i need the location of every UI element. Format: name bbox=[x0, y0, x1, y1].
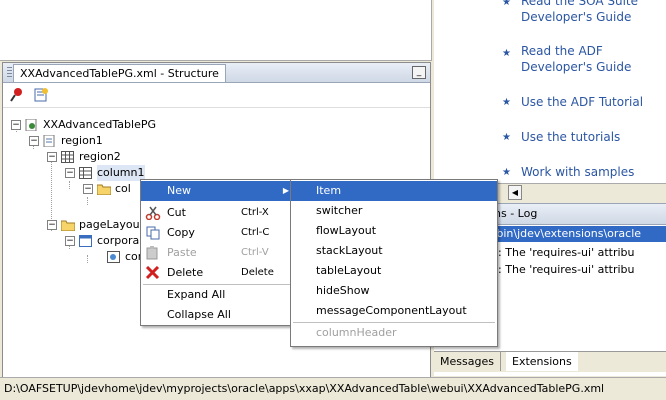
properties-icon[interactable] bbox=[33, 87, 49, 103]
menu-label: Paste bbox=[167, 246, 197, 259]
star-icon: ★ bbox=[502, 0, 511, 8]
submenu-item-stacklayout[interactable]: stackLayout bbox=[291, 241, 497, 261]
structure-tab[interactable]: XXAdvancedTablePG.xml - Structure bbox=[13, 64, 226, 82]
menu-label: Cut bbox=[167, 206, 186, 219]
menu-item-collapse-all[interactable]: Collapse All bbox=[141, 305, 297, 325]
menu-label: New bbox=[167, 184, 191, 197]
submenu-item-item[interactable]: Item bbox=[291, 181, 497, 201]
page-icon bbox=[25, 119, 37, 131]
menu-label: Expand All bbox=[167, 288, 226, 301]
status-bar: D:\OAFSETUP\jdevhome\jdev\myprojects\ora… bbox=[0, 377, 666, 400]
editor-area bbox=[0, 0, 432, 61]
minimize-button[interactable]: _ bbox=[412, 66, 426, 79]
collapse-toggle[interactable]: − bbox=[65, 236, 75, 246]
tab-messages[interactable]: Messages bbox=[434, 352, 501, 371]
menu-label: Collapse All bbox=[167, 308, 231, 321]
star-icon: ★ bbox=[502, 97, 511, 108]
collapse-toggle[interactable]: − bbox=[47, 220, 57, 230]
collapse-toggle[interactable]: − bbox=[47, 152, 57, 162]
menu-shortcut: Delete bbox=[241, 267, 274, 278]
collapse-toggle[interactable]: − bbox=[29, 136, 39, 146]
star-icon: ★ bbox=[502, 167, 511, 178]
menu-item-delete[interactable]: Delete Delete bbox=[141, 263, 297, 283]
submenu-item-hideshow[interactable]: hideShow bbox=[291, 281, 497, 301]
delete-icon bbox=[145, 266, 160, 280]
menu-item-cut[interactable]: Cut Ctrl-X bbox=[141, 203, 297, 223]
star-icon: ★ bbox=[502, 132, 511, 143]
log-tab-bar: Messages Extensions bbox=[434, 351, 666, 372]
submenu-item-switcher[interactable]: switcher bbox=[291, 201, 497, 221]
submenu-item-flowlayout[interactable]: flowLayout bbox=[291, 221, 497, 241]
context-menu: New ▶ Cut Ctrl-X Copy Ctrl-C Paste Ctrl-… bbox=[140, 179, 298, 326]
structure-title-bar: XXAdvancedTablePG.xml - Structure _ bbox=[3, 63, 430, 83]
tree-node-label: region1 bbox=[61, 134, 103, 147]
help-link-adf-guide[interactable]: Read the ADF Developer's Guide bbox=[521, 43, 631, 75]
menu-item-expand-all[interactable]: Expand All bbox=[141, 285, 297, 305]
folder-open-icon bbox=[61, 220, 75, 231]
grip-icon[interactable] bbox=[7, 67, 12, 78]
star-icon: ★ bbox=[502, 48, 511, 59]
scissors-icon bbox=[145, 206, 161, 220]
tab-extensions[interactable]: Extensions bbox=[506, 352, 578, 371]
collapse-toggle[interactable]: − bbox=[11, 120, 21, 130]
menu-shortcut: Ctrl-C bbox=[241, 227, 270, 238]
submenu-arrow-icon: ▶ bbox=[282, 186, 289, 195]
tree-node-label: column1 bbox=[97, 165, 145, 181]
pin-icon[interactable] bbox=[9, 87, 25, 103]
collapse-toggle[interactable]: − bbox=[83, 184, 93, 194]
copy-icon bbox=[146, 226, 160, 240]
menu-item-paste[interactable]: Paste Ctrl-V bbox=[141, 243, 297, 263]
scroll-left-button[interactable]: ◀ bbox=[508, 185, 522, 200]
folder-icon bbox=[97, 184, 111, 195]
help-panel bbox=[434, 0, 666, 183]
paste-icon bbox=[146, 246, 158, 260]
tree-node-label: col bbox=[115, 182, 131, 195]
tree-node-label: corpora bbox=[97, 234, 140, 247]
submenu-item-columnheader[interactable]: columnHeader bbox=[291, 323, 497, 343]
menu-shortcut: Ctrl-X bbox=[241, 207, 269, 218]
column-icon bbox=[79, 167, 92, 179]
help-link-adf-tutorial[interactable]: Use the ADF Tutorial bbox=[521, 94, 643, 110]
tree-node-label: XXAdvancedTablePG bbox=[43, 118, 157, 131]
menu-shortcut: Ctrl-V bbox=[241, 247, 269, 258]
menu-item-copy[interactable]: Copy Ctrl-C bbox=[141, 223, 297, 243]
help-link-samples[interactable]: Work with samples bbox=[521, 164, 634, 180]
menu-label: Delete bbox=[167, 266, 204, 279]
region-icon bbox=[43, 135, 55, 147]
branding-icon bbox=[79, 235, 92, 247]
table-icon bbox=[61, 151, 74, 163]
submenu-item-messagecomponentlayout[interactable]: messageComponentLayout bbox=[291, 301, 497, 321]
tree-node-label: region2 bbox=[79, 150, 121, 163]
new-submenu: Item switcher flowLayout stackLayout tab… bbox=[290, 179, 498, 347]
collapse-toggle[interactable]: − bbox=[65, 168, 75, 178]
menu-label: Copy bbox=[167, 226, 195, 239]
help-link-soa[interactable]: Read the SOA Suite Developer's Guide bbox=[521, 0, 638, 25]
submenu-item-tablelayout[interactable]: tableLayout bbox=[291, 261, 497, 281]
help-link-tutorials[interactable]: Use the tutorials bbox=[521, 129, 620, 145]
structure-toolbar bbox=[3, 83, 430, 108]
image-icon bbox=[107, 251, 120, 263]
menu-item-new[interactable]: New ▶ bbox=[141, 181, 297, 201]
tree-node-label: pageLayou bbox=[79, 218, 140, 231]
